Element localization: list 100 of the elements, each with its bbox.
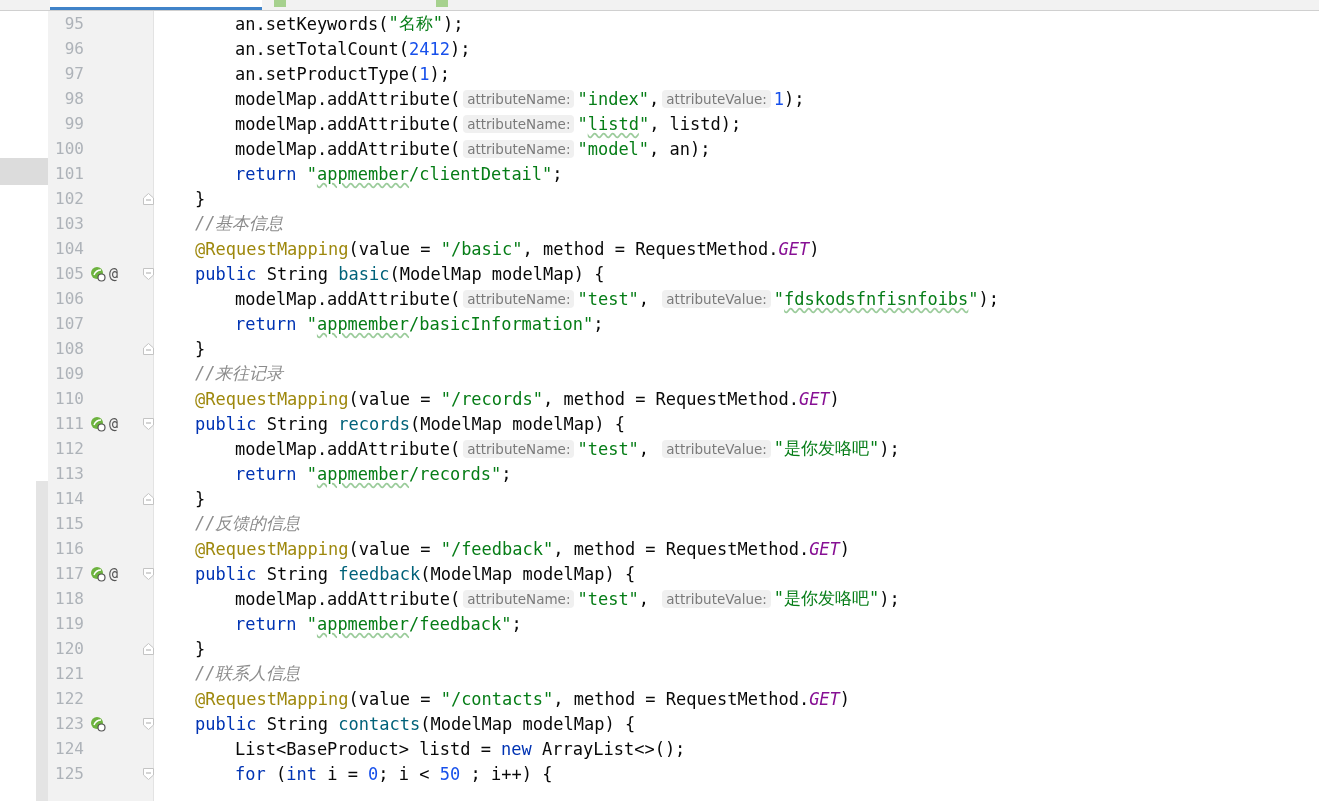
fold-marker-icon[interactable] [142, 342, 154, 355]
fold-marker-icon[interactable] [142, 417, 154, 430]
code-token: public [195, 263, 258, 284]
code-token: modelMap.addAttribute( [235, 113, 461, 134]
annotation-marker[interactable]: @ [109, 414, 119, 433]
line-number: 104 [54, 239, 84, 258]
annotation-marker[interactable]: @ [109, 564, 119, 583]
line-number: 116 [54, 539, 84, 558]
code-token: "是你发咯吧" [773, 437, 880, 460]
code-token: ); [978, 288, 1000, 309]
code-token: } [195, 638, 206, 659]
code-token: an.setTotalCount( [235, 38, 409, 59]
fold-marker-icon[interactable] [142, 767, 154, 780]
line-number: 101 [54, 164, 84, 183]
code-token: , method = RequestMethod. [553, 688, 810, 709]
spring-leaf-icon[interactable] [90, 265, 106, 282]
code-token: appmember [316, 613, 410, 634]
code-token: 1 [419, 63, 430, 84]
code-token: "名称" [388, 12, 443, 35]
code-token: (ModelMap modelMap) { [389, 263, 605, 284]
line-number: 111 [54, 414, 84, 433]
code-token: ; i++) { [469, 763, 553, 784]
line-number: 125 [54, 764, 84, 783]
code-token: " [306, 163, 317, 184]
code-token: " [638, 113, 650, 134]
code-token: appmember [316, 463, 410, 484]
file-icon [436, 0, 448, 7]
code-token: @RequestMapping [195, 688, 349, 709]
line-number: 100 [54, 139, 84, 158]
code-token: ); [784, 88, 805, 109]
code-token: List<BaseProduct> listd = [235, 738, 492, 759]
line-number: 119 [54, 614, 84, 633]
fold-marker-icon[interactable] [142, 642, 154, 655]
code-token: ; [501, 463, 512, 484]
code-token: an.setProductType( [235, 63, 420, 84]
code-token: 1 [773, 88, 785, 109]
line-number: 106 [54, 289, 84, 308]
line-number: 115 [54, 514, 84, 533]
code-token: "是你发咯吧" [773, 587, 880, 610]
annotation-marker[interactable]: @ [109, 264, 119, 283]
code-token: @RequestMapping [195, 538, 349, 559]
code-token: " [306, 313, 317, 334]
line-number: 96 [63, 39, 84, 58]
code-token: return [235, 463, 298, 484]
fold-marker-icon[interactable] [142, 192, 154, 205]
fold-marker-icon[interactable] [142, 267, 154, 280]
line-number: 102 [54, 189, 84, 208]
line-number: 121 [54, 664, 84, 683]
file-icon [274, 0, 286, 7]
code-token: " [968, 288, 979, 309]
parameter-hint: attributeValue: [662, 289, 771, 308]
fold-marker-icon[interactable] [142, 492, 154, 505]
code-token: modelMap.addAttribute( [235, 138, 461, 159]
code-token: String [266, 713, 330, 734]
line-number: 95 [63, 14, 84, 33]
line-number: 98 [63, 89, 84, 108]
code-token: basic [338, 263, 390, 284]
spring-leaf-icon[interactable] [90, 415, 106, 432]
code-token: modelMap.addAttribute( [235, 288, 461, 309]
code-token: appmember [316, 313, 410, 334]
spring-leaf-icon[interactable] [90, 715, 106, 732]
code-token: , [638, 588, 651, 609]
line-number: 105 [54, 264, 84, 283]
code-token: , listd); [649, 113, 742, 134]
code-token: new [501, 738, 533, 759]
code-token: "test" [577, 588, 639, 609]
line-number: 97 [63, 64, 84, 83]
code-token: return [235, 163, 298, 184]
code-token: //基本信息 [195, 212, 284, 235]
code-token: int [286, 763, 318, 784]
code-token: feedback [338, 563, 421, 584]
line-number: 108 [54, 339, 84, 358]
active-editor-tab[interactable] [50, 0, 262, 10]
code-token: "/records" [440, 388, 543, 409]
code-token: "model" [577, 138, 650, 159]
line-number: 123 [54, 714, 84, 733]
code-token: i = [327, 763, 359, 784]
code-token: GET [778, 238, 810, 259]
code-token: public [195, 563, 258, 584]
fold-marker-icon[interactable] [142, 567, 154, 580]
code-token: GET [798, 388, 830, 409]
line-number: 122 [54, 689, 84, 708]
parameter-hint: attributeName: [463, 289, 575, 308]
code-token: /feedback" [409, 613, 512, 634]
code-token: GET [809, 538, 840, 559]
spring-leaf-icon[interactable] [90, 565, 106, 582]
code-token: modelMap.addAttribute( [235, 438, 461, 459]
code-token: ); [449, 38, 471, 59]
fold-marker-icon[interactable] [142, 717, 154, 730]
line-number: 110 [54, 389, 84, 408]
code-token: ) [809, 238, 820, 259]
code-token: , method = RequestMethod. [543, 388, 799, 409]
code-token: (value = [348, 688, 432, 709]
code-token: (ModelMap modelMap) { [420, 713, 636, 734]
code-token: 0 [368, 763, 379, 784]
code-token: String [266, 413, 330, 434]
code-token: , method = RequestMethod. [553, 538, 810, 559]
code-token: ArrayList<>(); [542, 738, 686, 759]
code-token: records [338, 413, 410, 434]
code-token: return [235, 613, 298, 634]
